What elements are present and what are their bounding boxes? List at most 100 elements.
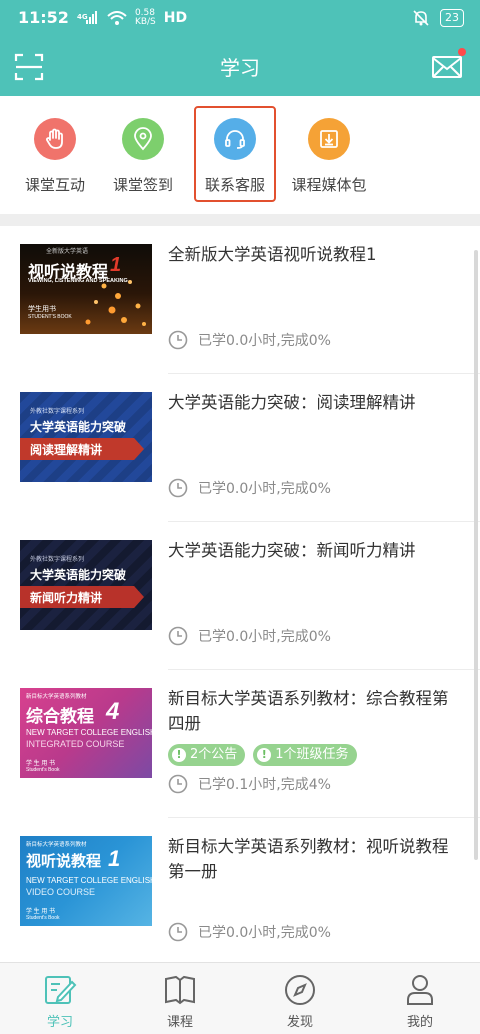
cover-series: 外教社数字课程系列 (30, 409, 85, 415)
status-time: 11:52 (18, 8, 69, 27)
section-divider (0, 214, 480, 226)
tab-label: 我的 (406, 1015, 433, 1030)
course-progress: 已学0.0小时,完成0% (168, 478, 331, 498)
cover-en-series: NEW TARGET COLLEGE ENGLISH (26, 728, 152, 737)
network-speed: 0.58 KB/S (134, 8, 156, 27)
signal-icon: 4G (77, 10, 97, 24)
cover-series: 新目标大学英语系列教材 (26, 694, 87, 700)
network-type: HD (163, 9, 188, 26)
cover-book: 学生用书 (28, 306, 56, 313)
tag-text: 2个公告 (190, 747, 238, 762)
progress-text: 已学0.0小时,完成0% (198, 333, 331, 349)
wifi-icon (107, 10, 127, 25)
status-right: 23 (412, 9, 464, 27)
task-tag[interactable]: ! 1个班级任务 (253, 744, 357, 766)
cover-title: 大学英语能力突破 (30, 568, 127, 582)
progress-text: 已学0.1小时,完成4% (198, 777, 331, 793)
clock-icon (168, 330, 188, 350)
unread-dot (458, 48, 466, 56)
tab-label: 发现 (286, 1015, 313, 1030)
bottom-tab-bar: 学习 课程 发现 我的 (0, 962, 480, 1034)
hand-icon (46, 128, 63, 149)
course-progress: 已学0.0小时,完成0% (168, 922, 331, 942)
course-cover: 外教社数字课程系列 大学英语能力突破 阅读理解精讲 (20, 392, 152, 482)
quick-action-icon-bg (34, 118, 76, 160)
cover-number: 4 (106, 698, 120, 725)
course-progress: 已学0.1小时,完成4% (168, 774, 331, 794)
quick-action-media[interactable]: 课程媒体包 (274, 96, 384, 214)
tag-text: 1个班级任务 (275, 747, 349, 762)
quick-action-icon-bg (308, 118, 350, 160)
quick-action-icon-bg (122, 118, 164, 160)
tab-discover[interactable]: 发现 (240, 963, 360, 1034)
tab-profile[interactable]: 我的 (360, 963, 480, 1034)
location-pin-icon (134, 127, 152, 151)
scrollbar[interactable] (474, 250, 478, 860)
progress-text: 已学0.0小时,完成0% (198, 481, 331, 497)
cover-en-series: NEW TARGET COLLEGE ENGLISH (26, 876, 152, 885)
status-bar: 11:52 4G 0.58 KB/S HD 23 (0, 0, 480, 38)
cover-series: 外教社数字课程系列 (30, 557, 85, 563)
course-title: 大学英语能力突破：阅读理解精讲 (168, 393, 416, 412)
cover-en-title: INTEGRATED COURSE (26, 739, 125, 749)
cover-book-en: Student's Book (26, 767, 60, 773)
quick-action-label: 课程媒体包 (291, 176, 367, 194)
tab-label: 课程 (166, 1015, 193, 1030)
cover-title: 大学英语能力突破 (30, 420, 127, 434)
tab-label: 学习 (46, 1015, 73, 1030)
progress-text: 已学0.0小时,完成0% (198, 925, 331, 941)
course-title: 全新版大学英语视听说教程1 (168, 245, 377, 264)
app-bar: 学习 (0, 38, 480, 96)
cover-en-title: VIDEO COURSE (26, 887, 96, 897)
tab-study[interactable]: 学习 (0, 963, 120, 1034)
cover-number: 1 (108, 846, 121, 871)
course-item[interactable]: 新目标大学英语系列教材 综合教程 4 NEW TARGET COLLEGE EN… (0, 670, 480, 818)
speed-unit: KB/S (134, 16, 156, 27)
clock-icon (168, 774, 188, 794)
notice-tag[interactable]: ! 2个公告 (168, 744, 246, 766)
cover-subtitle: VIEWING, LISTENING AND SPEAKING (28, 278, 128, 284)
clock-icon (168, 478, 188, 498)
highlight-box (194, 106, 276, 202)
person-icon (407, 975, 433, 1005)
cover-number: 1 (110, 254, 122, 276)
page-title: 学习 (220, 56, 260, 80)
progress-text: 已学0.0小时,完成0% (198, 629, 331, 645)
book-icon (165, 975, 195, 1005)
course-cover: 全新版大学英语 视听说教程 1 VIEWING, LISTENING AND S… (20, 244, 152, 334)
cover-top-text: 全新版大学英语 (46, 249, 89, 255)
course-title: 大学英语能力突破：新闻听力精讲 (168, 541, 416, 560)
course-item[interactable]: 外教社数字课程系列 大学英语能力突破 新闻听力精讲 大学英语能力突破：新闻听力精… (0, 522, 480, 670)
svg-text:4G: 4G (77, 13, 88, 21)
cover-series: 新目标大学英语系列教材 (26, 842, 87, 848)
clock-icon (168, 626, 188, 646)
edit-note-icon (45, 976, 77, 1004)
compass-icon (285, 975, 315, 1005)
cover-book: 学 生 用 书 (26, 761, 56, 767)
cover-banner-text: 阅读理解精讲 (30, 443, 103, 457)
cover-title: 视听说教程 (26, 853, 102, 870)
tab-courses[interactable]: 课程 (120, 963, 240, 1034)
status-left: 11:52 4G 0.58 KB/S HD (18, 8, 187, 27)
cover-book: 学 生 用 书 (26, 909, 56, 915)
download-icon (320, 130, 338, 148)
alert-icon: ! (172, 748, 186, 762)
course-item[interactable]: 新目标大学英语系列教材 视听说教程 1 NEW TARGET COLLEGE E… (0, 818, 480, 962)
message-button[interactable] (430, 48, 466, 82)
course-cover: 新目标大学英语系列教材 视听说教程 1 NEW TARGET COLLEGE E… (20, 836, 152, 926)
course-tags: ! 2个公告 ! 1个班级任务 (168, 744, 357, 766)
course-title: 新目标大学英语系列教材：综合教程第四册 (168, 689, 449, 733)
course-item[interactable]: 外教社数字课程系列 大学英语能力突破 阅读理解精讲 大学英语能力突破：阅读理解精… (0, 374, 480, 522)
clock-icon (168, 922, 188, 942)
cover-title: 综合教程 (26, 707, 94, 726)
mute-bell-icon (413, 10, 429, 26)
course-progress: 已学0.0小时,完成0% (168, 626, 331, 646)
course-list[interactable]: 全新版大学英语 视听说教程 1 VIEWING, LISTENING AND S… (0, 226, 480, 962)
course-progress: 已学0.0小时,完成0% (168, 330, 331, 350)
alert-icon: ! (257, 748, 272, 762)
cover-book-en: STUDENT'S BOOK (28, 314, 72, 320)
course-item[interactable]: 全新版大学英语 视听说教程 1 VIEWING, LISTENING AND S… (0, 226, 480, 374)
cover-book-en: Student's Book (26, 915, 60, 921)
cover-banner-text: 新闻听力精讲 (30, 591, 103, 605)
course-cover: 外教社数字课程系列 大学英语能力突破 新闻听力精讲 (20, 540, 152, 630)
